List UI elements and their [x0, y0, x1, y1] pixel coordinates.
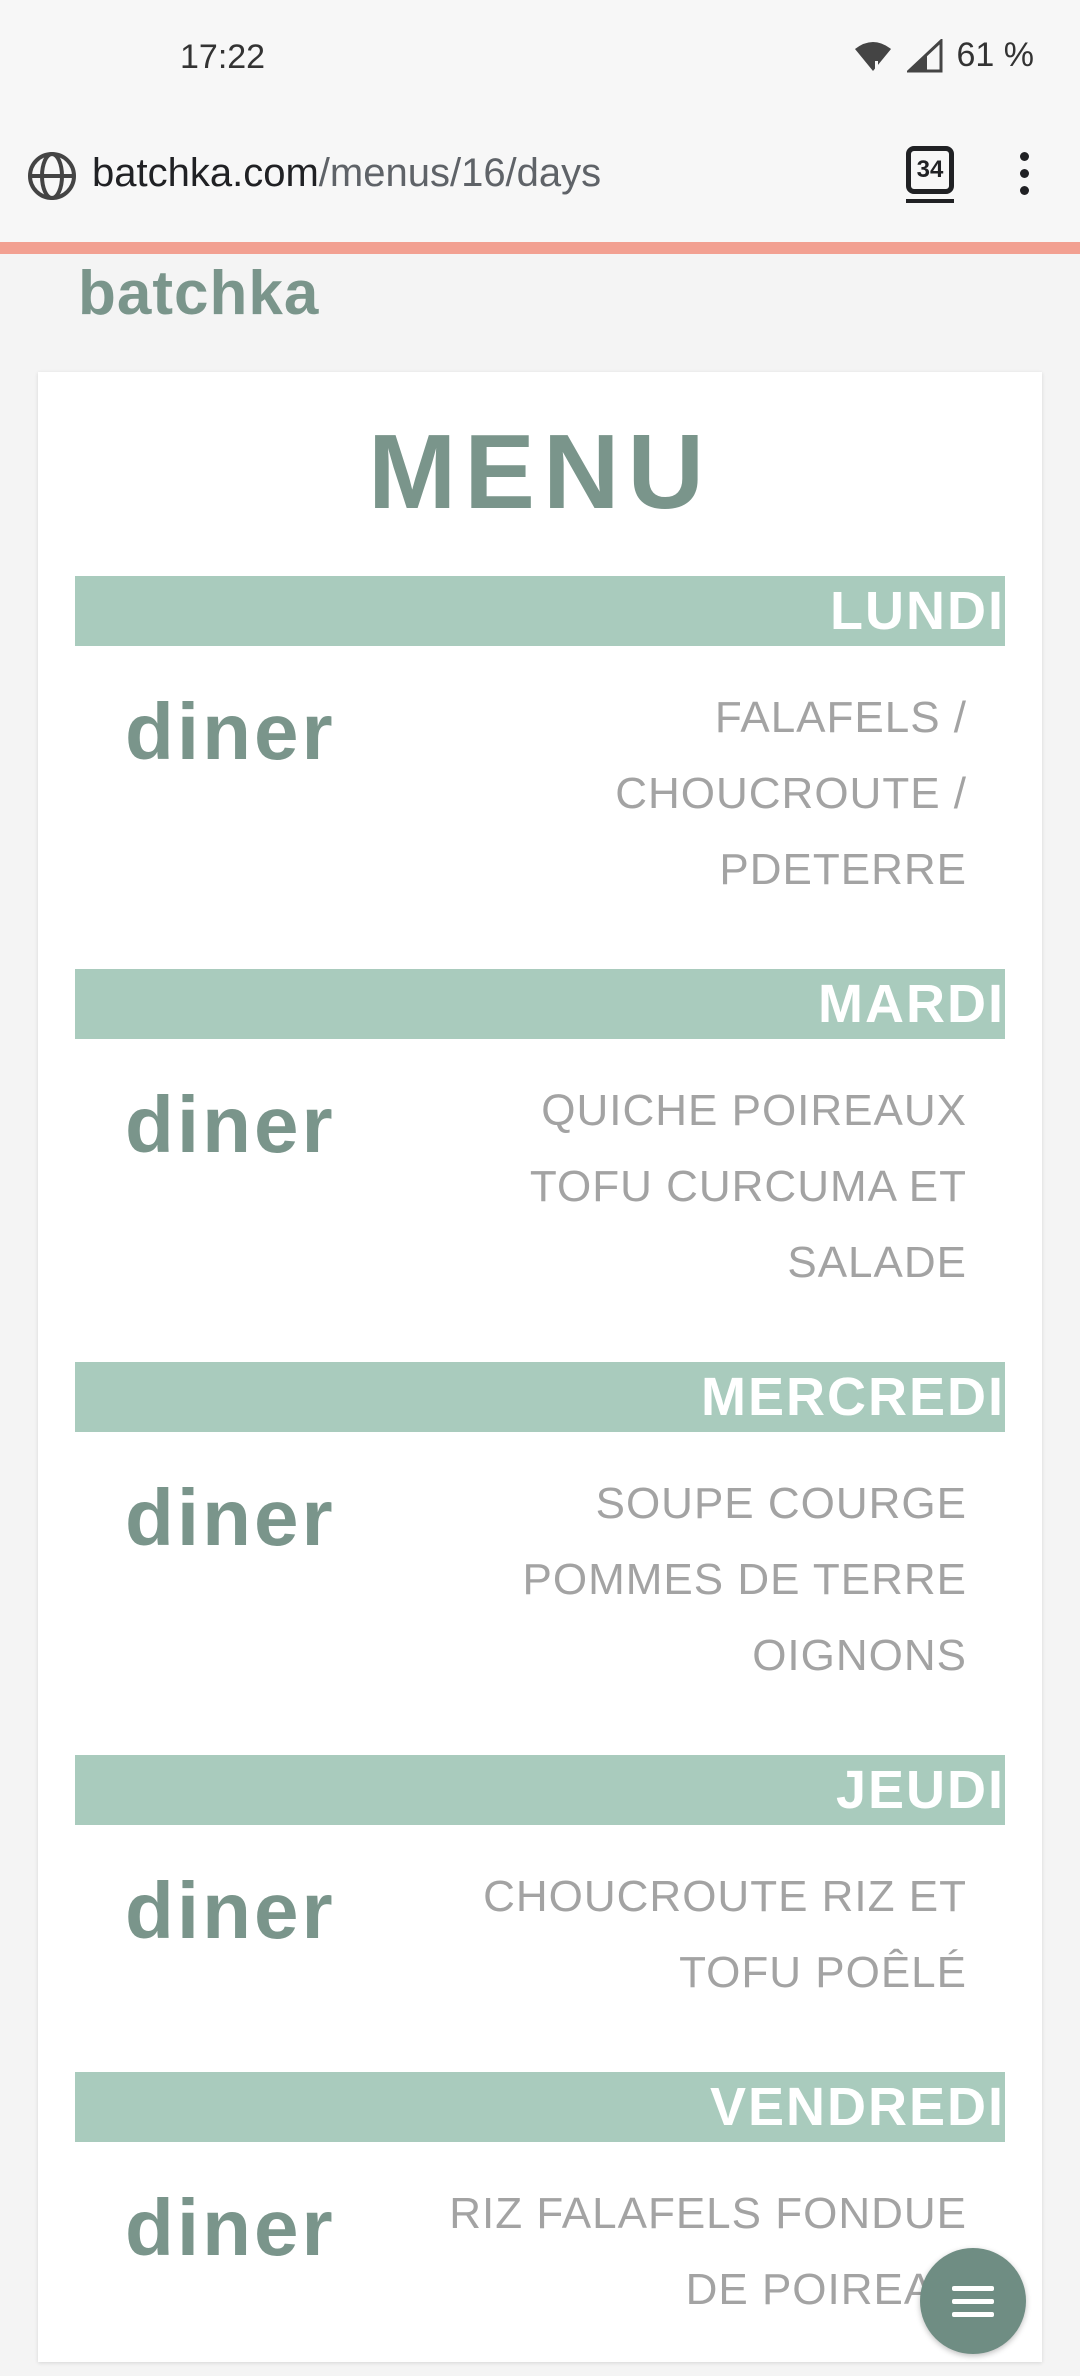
dish-line: DE POIREAU [685, 2265, 967, 2314]
day-section-vendredi: VENDREDI diner RIZ FALAFELS FONDUE DE PO… [75, 2072, 1005, 2314]
dish-line: TOFU CURCUMA ET [529, 1162, 967, 1211]
dish-line: PDETERRE [719, 845, 967, 894]
address-bar[interactable]: batchka.com/menus/16/days [92, 151, 601, 196]
globe-icon[interactable] [26, 150, 78, 202]
status-time: 17:22 [180, 38, 266, 76]
meal-description: QUICHE POIREAUX TOFU CURCUMA ET SALADE [367, 1073, 967, 1301]
meal-label: diner [125, 1080, 336, 1169]
dish-line: SOUPE COURGE [595, 1479, 967, 1528]
dish-line: SALADE [787, 1238, 967, 1287]
url-path: /menus/16/days [318, 151, 602, 195]
meal-description: RIZ FALAFELS FONDUE DE POIREAU [327, 2176, 967, 2328]
day-section-mercredi: MERCREDI diner SOUPE COURGE POMMES DE TE… [75, 1362, 1005, 1680]
dish-line: CHOUCROUTE / [615, 769, 967, 818]
meal-description: SOUPE COURGE POMMES DE TERRE OIGNONS [367, 1466, 967, 1694]
day-section-jeudi: JEUDI diner CHOUCROUTE RIZ ET TOFU POÊLÉ [75, 1755, 1005, 1997]
more-menu-icon[interactable] [1018, 152, 1030, 196]
dish-line: CHOUCROUTE RIZ ET [483, 1872, 967, 1921]
day-header: MARDI [75, 969, 1005, 1039]
day-header: JEUDI [75, 1755, 1005, 1825]
day-header: MERCREDI [75, 1362, 1005, 1432]
page-title: MENU [367, 413, 713, 531]
day-header: LUNDI [75, 576, 1005, 646]
url-domain: batchka.com [92, 151, 319, 195]
menu-fab-button[interactable] [920, 2248, 1026, 2354]
dish-line: TOFU POÊLÉ [679, 1948, 967, 1997]
meal-label: diner [125, 1866, 336, 1955]
hamburger-icon [952, 2286, 994, 2291]
status-bar: 17:22 61 % [0, 0, 1080, 120]
status-icons: 61 % [853, 36, 1035, 75]
day-header: VENDREDI [75, 2072, 1005, 2142]
dish-line: FALAFELS / [714, 693, 967, 742]
meal-label: diner [125, 687, 336, 776]
dish-line: RIZ FALAFELS FONDUE [449, 2189, 967, 2238]
page-load-progress [0, 242, 1080, 254]
dish-line: QUICHE POIREAUX [541, 1086, 967, 1135]
dish-line: POMMES DE TERRE [522, 1555, 967, 1604]
day-section-mardi: MARDI diner QUICHE POIREAUX TOFU CURCUMA… [75, 969, 1005, 1287]
dish-line: OIGNONS [752, 1631, 967, 1680]
tab-switcher-button[interactable]: 34 [906, 146, 954, 194]
tab-switcher-underline [906, 199, 954, 203]
hamburger-icon-bar [952, 2312, 994, 2317]
tab-count: 34 [916, 156, 944, 183]
meal-label: diner [125, 1473, 336, 1562]
meal-label: diner [125, 2183, 336, 2272]
day-section-lundi: LUNDI diner FALAFELS / CHOUCROUTE / PDET… [75, 576, 1005, 894]
menu-card: MENU LUNDI diner FALAFELS / CHOUCROUTE /… [38, 372, 1042, 2362]
battery-level: 61 % [956, 36, 1035, 74]
signal-icon [906, 38, 942, 72]
wifi-icon [854, 41, 891, 71]
site-logo[interactable]: batchka [78, 258, 319, 329]
meal-description: CHOUCROUTE RIZ ET TOFU POÊLÉ [367, 1859, 967, 2011]
meal-description: FALAFELS / CHOUCROUTE / PDETERRE [367, 680, 967, 908]
hamburger-icon-bar [952, 2299, 994, 2304]
